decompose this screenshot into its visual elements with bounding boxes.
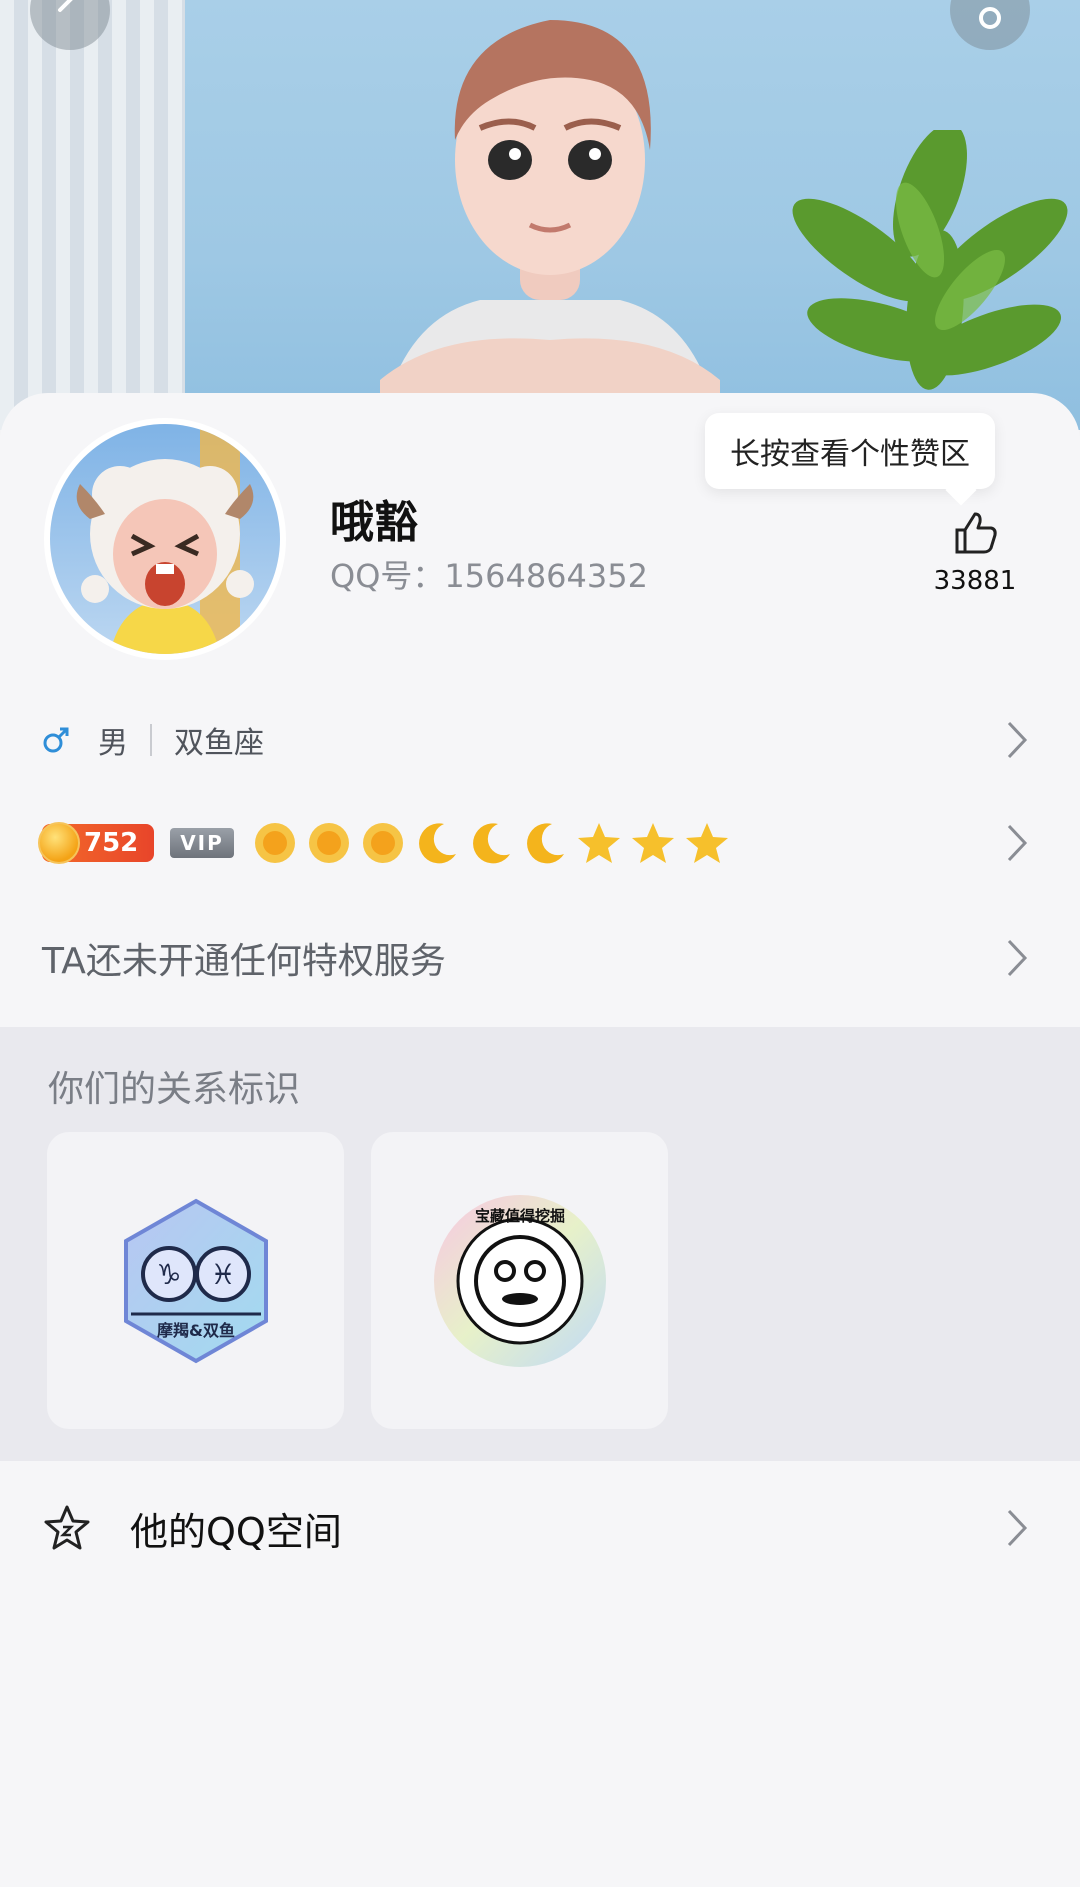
- thumbs-up-icon: [955, 512, 997, 554]
- privilege-row[interactable]: TA还未开通任何特权服务: [0, 918, 1080, 998]
- level-icons: [252, 820, 730, 866]
- chevron-right-icon: [1007, 1509, 1028, 1547]
- sheep-avatar-image: [76, 424, 254, 654]
- settings-button[interactable]: [950, 0, 1030, 50]
- star-outline-icon: [42, 1503, 92, 1553]
- treasure-face-badge-icon: 宝藏值得挖掘: [433, 1194, 606, 1367]
- nickname: 哦豁: [330, 497, 418, 548]
- avatar-3d-figure: [380, 20, 720, 430]
- chevron-right-icon: [1007, 939, 1028, 977]
- basic-info-row[interactable]: 男 双鱼座: [0, 700, 1080, 780]
- star-icon: [578, 823, 620, 863]
- coin-icon: [38, 822, 80, 864]
- curtain-decoration: [0, 0, 185, 430]
- qzone-label: 他的QQ空间: [130, 1509, 342, 1554]
- star-icon: [632, 823, 674, 863]
- gear-icon: [979, 7, 1001, 29]
- badge-label: 宝藏值得挖掘: [474, 1207, 564, 1225]
- sun-icon: [309, 823, 349, 863]
- qq-number: QQ号：1564864352: [330, 557, 648, 595]
- gender-text: 男: [98, 726, 128, 761]
- star-icon: [686, 823, 728, 863]
- moon-icon: [473, 823, 510, 864]
- privilege-text: TA还未开通任何特权服务: [42, 941, 446, 982]
- like-button[interactable]: 33881: [925, 510, 1025, 596]
- badge-label: 摩羯&双鱼: [157, 1321, 235, 1340]
- level-row[interactable]: 752 VIP: [0, 803, 1080, 883]
- moon-icon: [527, 823, 564, 864]
- chevron-right-icon: [1007, 721, 1028, 759]
- svg-text:♓: ♓: [210, 1258, 235, 1291]
- sun-icon: [255, 823, 295, 863]
- vip-badge: VIP: [170, 828, 234, 858]
- chevron-right-icon: [1007, 824, 1028, 862]
- sun-icon: [363, 823, 403, 863]
- coin-count: 752: [84, 828, 139, 858]
- qzone-row[interactable]: 他的QQ空间: [0, 1488, 1080, 1568]
- separator: [150, 724, 152, 756]
- relationship-badge-treasure[interactable]: 宝藏值得挖掘: [371, 1132, 668, 1429]
- male-icon: [43, 727, 69, 753]
- avatar[interactable]: [44, 418, 286, 660]
- coin-badge: 752: [38, 822, 154, 864]
- plant-decoration: [792, 130, 1068, 390]
- svg-text:♑: ♑: [156, 1258, 181, 1291]
- likes-count: 33881: [933, 566, 1017, 596]
- relationship-title: 你们的关系标识: [48, 1069, 301, 1110]
- capricorn-pisces-badge-icon: ♑ ♓ 摩羯&双鱼: [123, 1198, 268, 1363]
- moon-icon: [419, 823, 456, 864]
- likes-tooltip: 长按查看个性赞区: [705, 413, 995, 489]
- profile-banner: [0, 0, 1080, 430]
- zodiac-text: 双鱼座: [174, 726, 264, 761]
- relationship-badge-zodiac[interactable]: ♑ ♓ 摩羯&双鱼: [47, 1132, 344, 1429]
- back-arrow-icon: [58, 0, 73, 12]
